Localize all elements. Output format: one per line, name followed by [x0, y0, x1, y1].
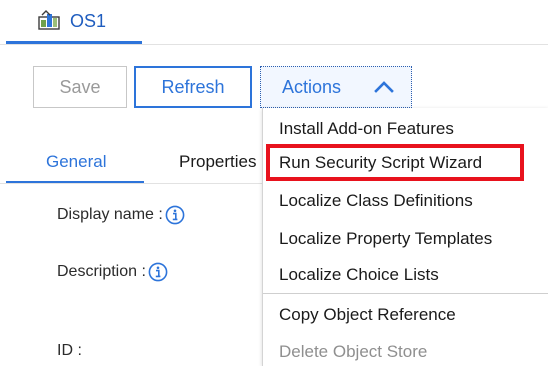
actions-button[interactable]: Actions: [260, 66, 412, 108]
object-tab[interactable]: OS1: [6, 0, 142, 44]
object-store-properties-page: OS1 Save Refresh Actions General Propert…: [0, 0, 548, 366]
chevron-up-icon: [374, 81, 394, 93]
menu-item-copy-object-reference[interactable]: Copy Object Reference: [279, 305, 456, 325]
display-name-label: Display name :: [57, 206, 163, 223]
actions-menu: Install Add-on Features Run Security Scr…: [262, 108, 548, 366]
display-name-field: Display name :: [57, 205, 185, 225]
menu-separator: [263, 293, 548, 294]
object-title: OS1: [70, 11, 107, 31]
menu-item-localize-property-templates[interactable]: Localize Property Templates: [279, 229, 492, 249]
tab-divider: [0, 44, 548, 45]
object-store-icon: [38, 10, 60, 30]
save-button[interactable]: Save: [33, 66, 127, 108]
menu-item-localize-choice-lists[interactable]: Localize Choice Lists: [279, 265, 439, 285]
description-label: Description :: [57, 263, 146, 280]
description-field: Description :: [57, 262, 168, 282]
menu-item-delete-object-store: Delete Object Store: [279, 342, 428, 361]
highlight-box: [266, 144, 524, 181]
tab-general[interactable]: General: [46, 152, 106, 172]
actions-button-label: Actions: [282, 76, 342, 97]
id-label: ID :: [57, 342, 82, 359]
tab-properties[interactable]: Properties: [179, 152, 259, 172]
info-icon[interactable]: [148, 262, 168, 282]
info-icon[interactable]: [165, 205, 185, 225]
menu-item-install-add-on-features[interactable]: Install Add-on Features: [279, 119, 454, 139]
refresh-button[interactable]: Refresh: [134, 66, 252, 108]
id-field: ID :: [57, 342, 82, 360]
menu-item-localize-class-definitions[interactable]: Localize Class Definitions: [279, 191, 473, 211]
